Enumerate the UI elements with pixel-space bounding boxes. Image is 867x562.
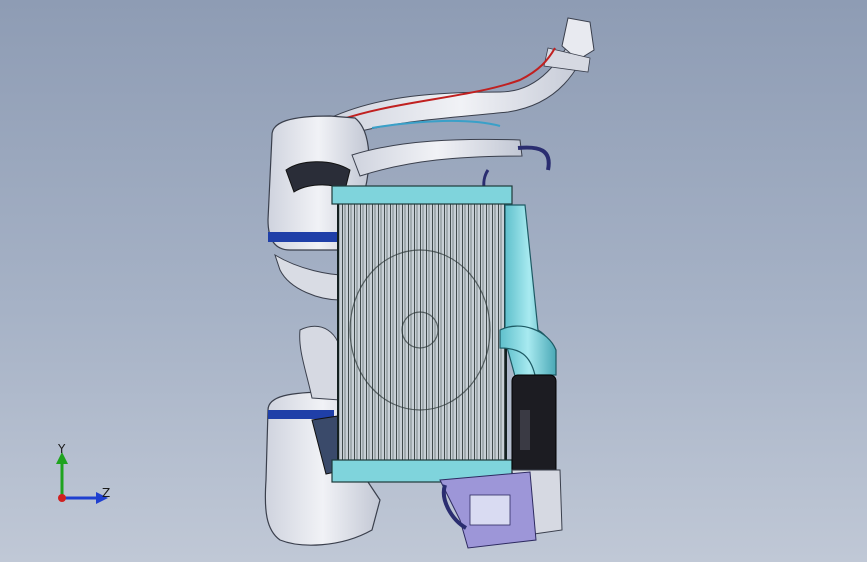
y-axis-label: Y: [58, 442, 66, 456]
coolant-return-pipe: [499, 204, 557, 377]
x-axis-origin: [58, 494, 66, 502]
coordinate-triad: [56, 452, 108, 504]
lower-controller-bracket: [439, 471, 537, 549]
cad-3d-viewport[interactable]: Y Z: [0, 0, 867, 562]
engine-cooling-assembly-model[interactable]: [0, 0, 867, 562]
z-axis-label: Z: [102, 486, 111, 500]
radiator-core: [331, 185, 513, 483]
filler-neck-hose: [329, 17, 595, 136]
